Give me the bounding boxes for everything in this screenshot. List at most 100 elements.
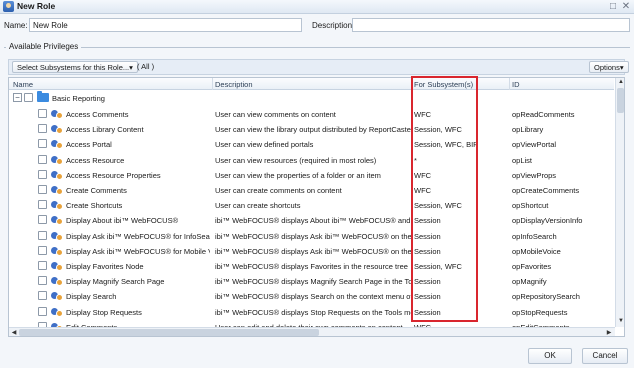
table-row[interactable]: Display Favorites Node ibi™ WebFOCUS® dis… [9,258,614,274]
privilege-checkbox[interactable] [38,276,47,286]
privilege-description: User can view the properties of a folder… [215,170,381,180]
privilege-name: Create Comments [66,186,127,195]
privilege-checkbox[interactable] [38,215,47,225]
column-divider[interactable] [212,78,213,90]
privilege-description: ibi™ WebFOCUS® displays Stop Requests on… [215,307,411,317]
privileges-fieldset-border [4,47,630,48]
privilege-name: Display Stop Requests [66,307,142,317]
privilege-id: opMagnify [512,277,547,287]
horizontal-scrollbar[interactable]: ◀ ▶ [9,327,615,336]
privilege-name: Access Resource Properties [66,170,161,180]
grid-header: Name Description For Subsystem(s) ID [9,78,614,90]
privilege-subsystems: Session, WFC [414,125,462,135]
subsystems-selection-text: ( All ) [137,62,155,71]
select-subsystems-button[interactable]: Select Subsystems for this Role...▾ [12,61,138,73]
privilege-checkbox[interactable] [38,245,47,255]
group-checkbox[interactable] [24,93,33,102]
table-row[interactable]: Access Resource User can view resources (… [9,152,614,168]
table-row[interactable]: Access Portal User can view defined porta… [9,136,614,152]
role-icon [3,1,14,12]
privilege-checkbox[interactable] [38,261,47,270]
privilege-name: Display Ask ibi™ WebFOCUS® for InfoSearc… [66,231,210,241]
cancel-button[interactable]: Cancel [582,348,628,364]
options-button[interactable]: Options▾ [589,61,629,73]
privilege-name: Create Shortcuts [66,201,123,211]
privilege-name: Display Search [66,292,117,302]
privilege-description: ibi™ WebFOCUS® displays Ask ibi™ WebFOCU… [215,231,411,241]
privilege-id: opStopRequests [512,307,568,317]
privilege-icon [51,155,63,165]
scroll-left-arrow-icon[interactable]: ◀ [9,329,19,336]
privilege-id: opList [512,155,533,165]
privilege-icon [51,139,63,150]
horizontal-scroll-thumb[interactable] [19,329,319,336]
privilege-checkbox[interactable] [38,109,47,118]
privilege-description: ibi™ WebFOCUS® displays Magnify Search P… [215,277,411,287]
table-row[interactable]: Display Search ibi™ WebFOCUS® displays Se… [9,288,614,304]
column-header-name[interactable]: Name [13,80,33,89]
collapse-toggle[interactable]: − [13,93,22,102]
table-row[interactable]: Display Magnify Search Page ibi™ WebFOCUS… [9,273,614,289]
privilege-icon [51,109,63,119]
privilege-description: User can view defined portals [215,140,314,150]
group-label: Basic Reporting [52,94,105,103]
column-header-subsystems[interactable]: For Subsystem(s) [414,80,473,89]
privilege-name: Access Portal [66,140,112,150]
table-row[interactable]: Display Stop Requests ibi™ WebFOCUS® disp… [9,304,614,320]
table-row[interactable]: Create Shortcuts User can create shortcut… [9,197,614,213]
vertical-scroll-thumb[interactable] [617,88,624,113]
privilege-description: User can view resources (required in mos… [215,155,377,165]
privilege-subsystems: Session [414,292,441,302]
privilege-checkbox[interactable] [38,139,47,149]
privilege-subsystems: Session, WFC [414,262,462,271]
scroll-right-arrow-icon[interactable]: ▶ [604,329,614,336]
folder-icon [37,91,49,102]
privilege-id: opLibrary [512,125,544,135]
title-bar: New Role □ ✕ [0,0,634,14]
column-header-description[interactable]: Description [215,80,253,89]
privilege-name: Access Resource [66,155,125,165]
privilege-id: opViewPortal [512,140,557,150]
privilege-checkbox[interactable] [38,124,47,134]
privilege-checkbox[interactable] [38,185,47,194]
privilege-description: ibi™ WebFOCUS® displays Ask ibi™ WebFOCU… [215,246,411,256]
vertical-scrollbar[interactable]: ▲ ▼ [615,78,624,327]
privilege-subsystems: Session, WFC [414,201,462,211]
privilege-id: opShortcut [512,201,549,211]
privilege-id: opMobileVoice [512,246,561,256]
privilege-id: opRepositorySearch [512,292,580,302]
name-input[interactable] [29,18,302,32]
privilege-subsystems: Session [414,216,441,226]
privilege-checkbox[interactable] [38,291,47,301]
privilege-name: Display Magnify Search Page [66,277,165,287]
privilege-checkbox[interactable] [38,230,47,240]
column-divider[interactable] [509,78,510,90]
privilege-description: User can create comments on content [215,186,342,195]
privilege-id: opInfoSearch [512,231,557,241]
privilege-subsystems: WFC [414,170,432,180]
restore-icon[interactable]: □ [607,1,619,13]
privilege-checkbox[interactable] [38,200,47,210]
table-row[interactable]: Create Comments User can create comments … [9,182,614,198]
description-input[interactable] [352,18,630,32]
privilege-checkbox[interactable] [38,154,47,164]
privileges-grid: Name Description For Subsystem(s) ID − B… [8,77,625,337]
table-row[interactable]: Access Library Content User can view the … [9,121,614,137]
table-row[interactable]: Display About ibi™ WebFOCUS® ibi™ WebFOCU… [9,212,614,228]
description-label: Description: [312,21,355,30]
privilege-checkbox[interactable] [38,306,47,316]
ok-button[interactable]: OK [528,348,572,364]
privilege-checkbox[interactable] [38,169,47,179]
table-row[interactable]: Access Resource Properties User can view … [9,167,614,183]
privilege-description: User can view comments on content [215,110,336,119]
scroll-up-arrow-icon[interactable]: ▲ [616,79,624,85]
column-divider[interactable] [411,78,412,90]
table-row[interactable]: Display Ask ibi™ WebFOCUS® for Mobile Vo… [9,243,614,259]
table-row[interactable]: Display Ask ibi™ WebFOCUS® for InfoSearc… [9,228,614,244]
privilege-description: ibi™ WebFOCUS® displays Search on the co… [215,292,411,302]
scroll-down-arrow-icon[interactable]: ▼ [616,318,624,324]
close-icon[interactable]: ✕ [620,1,632,13]
table-row[interactable]: Access Comments User can view comments on… [9,106,614,122]
group-row-basic-reporting[interactable]: − Basic Reporting [9,90,614,106]
column-header-id[interactable]: ID [512,80,520,89]
